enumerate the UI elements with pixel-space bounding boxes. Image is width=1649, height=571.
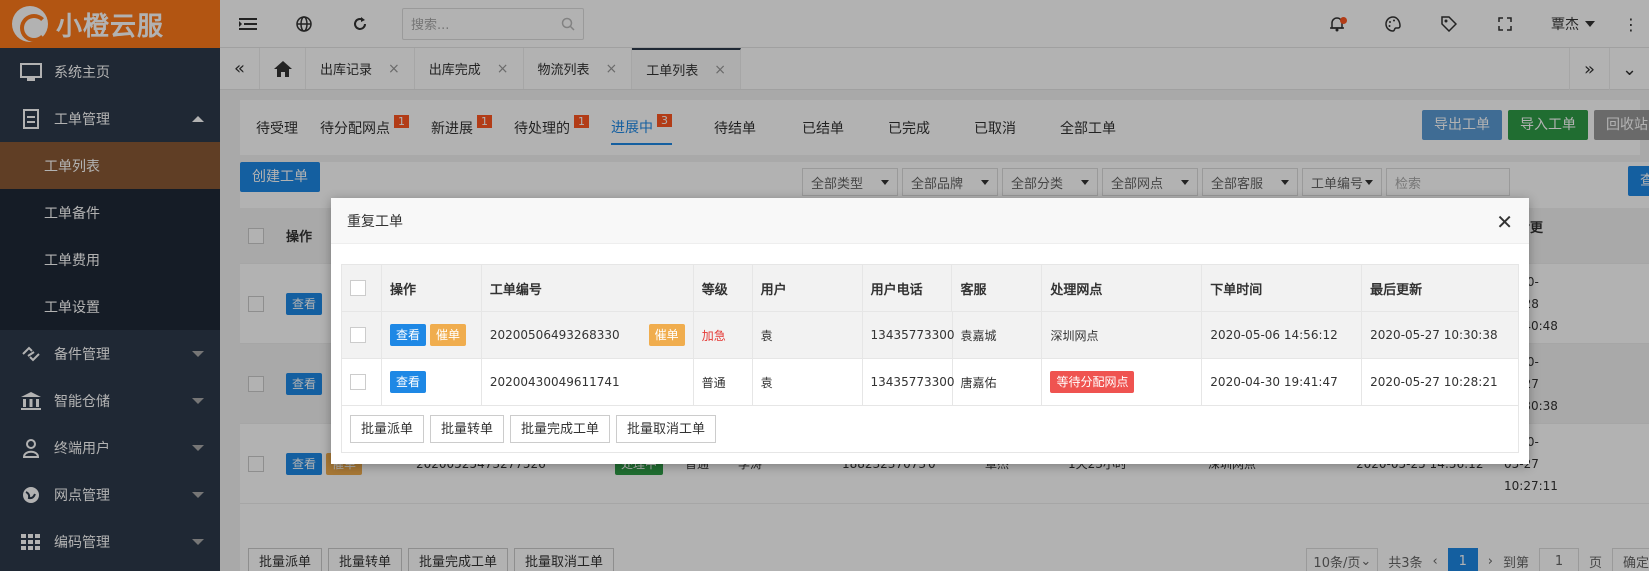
column-header: 下单时间: [1202, 265, 1363, 311]
last-update: 2020-05-27 10:30:38: [1370, 328, 1498, 342]
last-update: 2020-05-27 10:28:21: [1370, 375, 1498, 389]
select-all-checkbox[interactable]: [350, 280, 366, 296]
column-header: 处理网点: [1042, 265, 1203, 311]
user: 袁: [753, 312, 863, 358]
modal-header: 重复工单 ✕: [331, 198, 1529, 244]
header-checkbox-cell: [342, 265, 382, 311]
site: 深圳网点: [1042, 312, 1203, 358]
user: 袁: [753, 359, 863, 405]
modal-table: 操作 工单编号 等级 用户 用户电话 客服 处理网点 下单时间 最后更新 查看催…: [341, 264, 1519, 453]
batch-dispatch-button[interactable]: 批量派单: [350, 415, 425, 443]
column-header: 最后更新: [1370, 282, 1423, 298]
workorder-number: 20200506493268330: [489, 328, 620, 342]
service: 唐嘉佑: [953, 359, 1043, 405]
column-header: 等级: [694, 265, 753, 311]
row-checkbox[interactable]: [350, 327, 366, 343]
modal-batch-actions: 批量派单 批量转单 批量完成工单 批量取消工单: [342, 406, 1518, 452]
table-header: 操作 工单编号 等级 用户 用户电话 客服 处理网点 下单时间 最后更新: [342, 265, 1518, 312]
urge-button[interactable]: 催单: [429, 324, 466, 346]
table-row: 查看 催单 20200506493268330 催单 加急 袁 1343577330…: [342, 312, 1518, 359]
phone: 13435773300: [863, 312, 955, 358]
service: 袁嘉城: [953, 312, 1043, 358]
duplicate-workorder-modal: 重复工单 ✕ 操作 工单编号 等级 用户 用户电话 客服 处理网点 下单时间 最…: [331, 198, 1529, 464]
column-header: 用户: [753, 265, 863, 311]
batch-complete-button[interactable]: 批量完成工单: [510, 415, 611, 443]
phone: 13435773300: [863, 359, 955, 405]
batch-transfer-button[interactable]: 批量转单: [430, 415, 505, 443]
column-header: 操作: [382, 265, 482, 311]
close-icon[interactable]: ✕: [1496, 210, 1513, 234]
view-button[interactable]: 查看: [389, 371, 426, 393]
workorder-number: 20200430049611741: [482, 359, 694, 405]
row-checkbox[interactable]: [350, 374, 366, 390]
batch-cancel-button[interactable]: 批量取消工单: [616, 415, 717, 443]
site-status-badge: 等待分配网点: [1050, 371, 1135, 393]
order-time: 2020-05-06 14:56:12: [1202, 312, 1363, 358]
column-header: 工单编号: [482, 265, 694, 311]
modal-title: 重复工单: [347, 213, 403, 230]
order-time: 2020-04-30 19:41:47: [1202, 359, 1363, 405]
column-header: 用户电话: [863, 265, 953, 311]
table-row: 查看 20200430049611741 普通 袁 13435773300 唐嘉…: [342, 359, 1518, 406]
view-button[interactable]: 查看: [389, 324, 426, 346]
level: 加急: [694, 312, 753, 358]
urge-tag: 催单: [648, 324, 685, 346]
column-header: 客服: [952, 265, 1043, 311]
level: 普通: [694, 359, 753, 405]
